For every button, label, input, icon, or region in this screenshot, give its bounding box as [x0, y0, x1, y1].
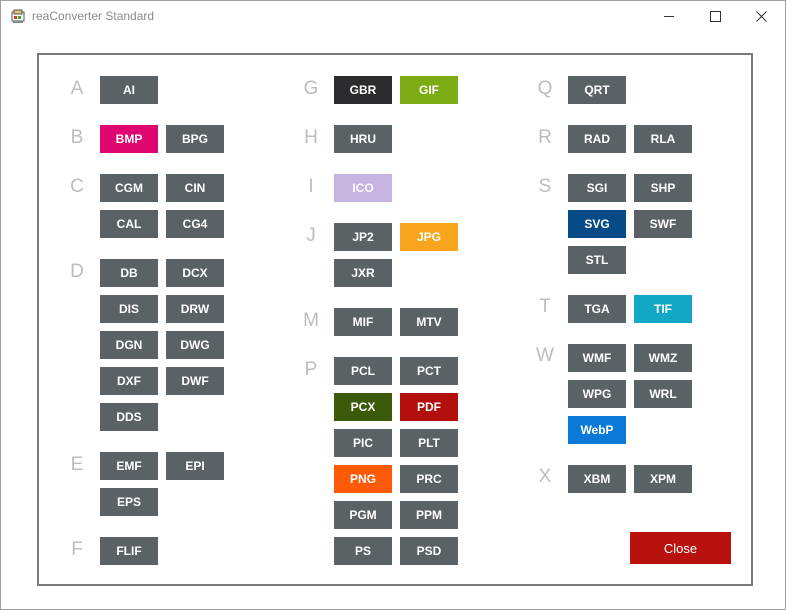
letter-t: T: [539, 296, 551, 317]
format-dxf[interactable]: DXF: [100, 367, 158, 395]
letter-f: F: [71, 539, 83, 560]
format-psd[interactable]: PSD: [400, 537, 458, 565]
format-ico[interactable]: ICO: [334, 174, 392, 202]
format-cal[interactable]: CAL: [100, 210, 158, 238]
format-pcx[interactable]: PCX: [334, 393, 392, 421]
format-dwf[interactable]: DWF: [166, 367, 224, 395]
format-shp[interactable]: SHP: [634, 174, 692, 202]
format-drw[interactable]: DRW: [166, 295, 224, 323]
format-db[interactable]: DB: [100, 259, 158, 287]
format-wpg[interactable]: WPG: [568, 380, 626, 408]
format-eps[interactable]: EPS: [100, 488, 158, 516]
format-pic[interactable]: PIC: [334, 429, 392, 457]
format-ai[interactable]: AI: [100, 76, 158, 104]
letter-a: A: [70, 78, 84, 99]
format-epi[interactable]: EPI: [166, 452, 224, 480]
format-pcl[interactable]: PCL: [334, 357, 392, 385]
letter-d: D: [70, 261, 84, 282]
format-stl[interactable]: STL: [568, 246, 626, 274]
letter-b: B: [70, 127, 84, 148]
format-mtv[interactable]: MTV: [400, 308, 458, 336]
format-dis[interactable]: DIS: [100, 295, 158, 323]
format-gbr[interactable]: GBR: [334, 76, 392, 104]
close-button[interactable]: Close: [630, 532, 731, 564]
minimize-icon: [664, 16, 674, 17]
close-icon: [755, 10, 767, 22]
format-png[interactable]: PNG: [334, 465, 392, 493]
format-svg[interactable]: SVG: [568, 210, 626, 238]
format-plt[interactable]: PLT: [400, 429, 458, 457]
maximize-icon: [709, 10, 721, 22]
letter-m: M: [303, 310, 319, 331]
letter-r: R: [538, 127, 552, 148]
letter-x: X: [538, 466, 552, 487]
format-swf[interactable]: SWF: [634, 210, 692, 238]
format-flif[interactable]: FLIF: [100, 537, 158, 565]
format-jp2[interactable]: JP2: [334, 223, 392, 251]
format-dwg[interactable]: DWG: [166, 331, 224, 359]
format-qrt[interactable]: QRT: [568, 76, 626, 104]
format-pct[interactable]: PCT: [400, 357, 458, 385]
letter-q: Q: [537, 78, 553, 99]
format-jpg[interactable]: JPG: [400, 223, 458, 251]
letter-h: H: [304, 127, 318, 148]
format-xbm[interactable]: XBM: [568, 465, 626, 493]
format-tif[interactable]: TIF: [634, 295, 692, 323]
letter-e: E: [70, 454, 84, 475]
window-title: reaConverter Standard: [32, 9, 155, 23]
letter-c: C: [70, 176, 84, 197]
title-bar[interactable]: reaConverter Standard: [1, 1, 785, 32]
format-hru[interactable]: HRU: [334, 125, 392, 153]
format-webp[interactable]: WebP: [568, 416, 626, 444]
format-ps[interactable]: PS: [334, 537, 392, 565]
format-gif[interactable]: GIF: [400, 76, 458, 104]
format-ppm[interactable]: PPM: [400, 501, 458, 529]
format-cg4[interactable]: CG4: [166, 210, 224, 238]
format-emf[interactable]: EMF: [100, 452, 158, 480]
window-close-button[interactable]: [738, 1, 784, 31]
letter-i: I: [308, 176, 314, 197]
format-rad[interactable]: RAD: [568, 125, 626, 153]
minimize-button[interactable]: [646, 1, 692, 31]
format-rla[interactable]: RLA: [634, 125, 692, 153]
letter-j: J: [306, 225, 316, 246]
format-xpm[interactable]: XPM: [634, 465, 692, 493]
format-dds[interactable]: DDS: [100, 403, 158, 431]
app-window: reaConverter Standard A B C D E F G H I …: [0, 0, 786, 610]
format-dgn[interactable]: DGN: [100, 331, 158, 359]
format-pgm[interactable]: PGM: [334, 501, 392, 529]
format-pdf[interactable]: PDF: [400, 393, 458, 421]
format-bmp[interactable]: BMP: [100, 125, 158, 153]
format-sgi[interactable]: SGI: [568, 174, 626, 202]
format-cgm[interactable]: CGM: [100, 174, 158, 202]
letter-p: P: [304, 359, 318, 380]
app-icon: [10, 8, 26, 24]
format-bpg[interactable]: BPG: [166, 125, 224, 153]
format-mif[interactable]: MIF: [334, 308, 392, 336]
letter-g: G: [303, 78, 319, 99]
format-cin[interactable]: CIN: [166, 174, 224, 202]
format-prc[interactable]: PRC: [400, 465, 458, 493]
format-wrl[interactable]: WRL: [634, 380, 692, 408]
letter-s: S: [538, 176, 552, 197]
format-dcx[interactable]: DCX: [166, 259, 224, 287]
maximize-button[interactable]: [692, 1, 738, 31]
format-wmf[interactable]: WMF: [568, 344, 626, 372]
format-tga[interactable]: TGA: [568, 295, 626, 323]
format-wmz[interactable]: WMZ: [634, 344, 692, 372]
format-jxr[interactable]: JXR: [334, 259, 392, 287]
letter-w: W: [536, 345, 554, 366]
